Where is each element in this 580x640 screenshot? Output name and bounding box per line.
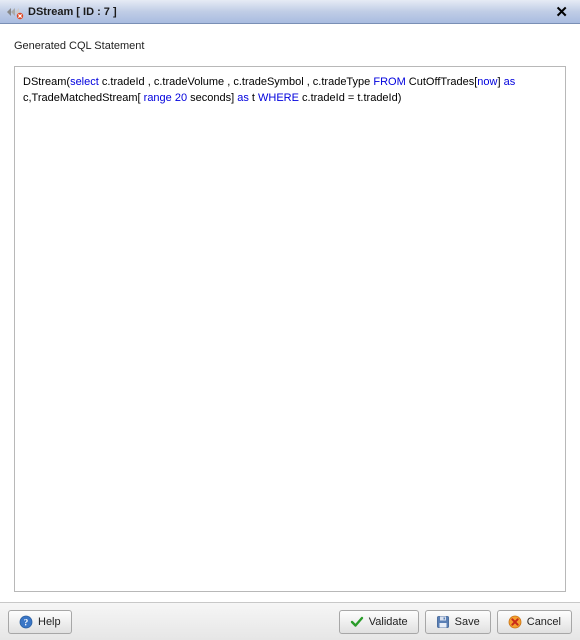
window-title: DStream [ ID : 7 ] [28, 6, 117, 18]
titlebar: DStream [ ID : 7 ] ✕ [0, 0, 580, 24]
cancel-icon [508, 615, 522, 629]
cancel-label: Cancel [527, 616, 561, 628]
save-button[interactable]: Save [425, 610, 491, 634]
cql-statement-box[interactable]: DStream(select c.tradeId , c.tradeVolume… [14, 66, 566, 592]
close-button[interactable]: ✕ [551, 3, 572, 21]
validate-button[interactable]: Validate [339, 610, 419, 634]
help-button[interactable]: ? Help [8, 610, 72, 634]
help-icon: ? [19, 615, 33, 629]
svg-text:?: ? [24, 617, 29, 627]
check-icon [350, 615, 364, 629]
cancel-button[interactable]: Cancel [497, 610, 572, 634]
validate-label: Validate [369, 616, 408, 628]
footer-toolbar: ? Help Validate Save [0, 602, 580, 640]
save-icon [436, 615, 450, 629]
save-label: Save [455, 616, 480, 628]
section-label: Generated CQL Statement [14, 40, 566, 52]
help-label: Help [38, 616, 61, 628]
dstream-icon [6, 4, 24, 20]
content-area: Generated CQL Statement DStream(select c… [0, 24, 580, 602]
